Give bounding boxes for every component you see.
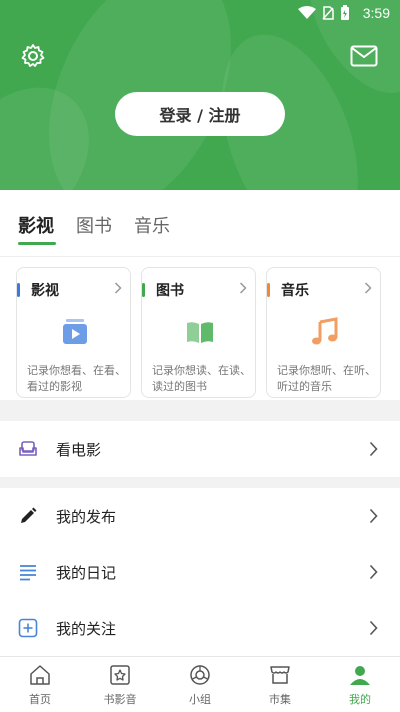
movie-section: 看电影	[0, 421, 400, 477]
tab-video[interactable]: 影视	[18, 212, 54, 238]
plus-square-icon	[18, 618, 38, 638]
mail-icon[interactable]	[350, 45, 378, 67]
home-icon	[30, 665, 50, 685]
group-circle-icon	[190, 665, 210, 685]
list-item-my-diary[interactable]: 我的日记	[0, 544, 400, 600]
nav-market[interactable]: 市集	[240, 657, 320, 712]
settings-gear-icon[interactable]	[20, 43, 46, 69]
pencil-icon	[21, 507, 37, 523]
chevron-right-icon	[369, 508, 378, 524]
user-icon	[350, 666, 370, 685]
open-book-icon	[187, 322, 213, 343]
text-lines-icon	[20, 565, 36, 581]
nav-me[interactable]: 我的	[320, 657, 400, 712]
card-description: 记录你想读、在读、读过的图书	[152, 364, 251, 393]
video-icon	[63, 319, 87, 344]
tab-music[interactable]: 音乐	[134, 212, 170, 238]
nav-home[interactable]: 首页	[0, 657, 80, 712]
list-item-my-follows[interactable]: 我的关注	[0, 600, 400, 656]
chevron-right-icon	[369, 441, 378, 457]
card-title: 音乐	[281, 283, 309, 299]
bottom-navigation: 首页 书影音 小组 市集 我的	[0, 656, 400, 712]
card-description: 记录你想看、在看、看过的影视	[27, 364, 126, 393]
chevron-right-icon	[364, 282, 372, 294]
profile-header: 3:59 登录 / 注册	[0, 0, 400, 190]
tab-books[interactable]: 图书	[76, 212, 112, 238]
card-video[interactable]: 影视 记录你想看、在看、看过的影视	[16, 267, 131, 398]
nav-groups[interactable]: 小组	[160, 657, 240, 712]
chevron-right-icon	[369, 564, 378, 580]
sofa-icon	[19, 441, 37, 456]
media-panel: 影视 图书 音乐 影视 记录你想看、在看、看过的影视 图书 记录你想读、在读、读…	[0, 190, 400, 400]
login-register-button[interactable]: 登录 / 注册	[115, 92, 285, 136]
chevron-right-icon	[114, 282, 122, 294]
status-bar: 3:59	[0, 0, 400, 28]
card-title: 影视	[31, 283, 59, 299]
active-tab-indicator	[18, 242, 56, 245]
media-star-icon	[110, 665, 130, 685]
battery-icon	[341, 5, 349, 20]
chevron-right-icon	[369, 620, 378, 636]
card-title: 图书	[156, 283, 184, 299]
status-time: 3:59	[362, 5, 390, 21]
shop-icon	[270, 666, 290, 684]
card-music[interactable]: 音乐 记录你想听、在听、听过的音乐	[266, 267, 381, 398]
chevron-right-icon	[239, 282, 247, 294]
music-note-icon	[312, 317, 338, 345]
personal-section: 我的发布 我的日记 我的关注	[0, 488, 400, 656]
list-item-my-posts[interactable]: 我的发布	[0, 488, 400, 544]
card-description: 记录你想听、在听、听过的音乐	[277, 364, 376, 393]
nav-books-movies-music[interactable]: 书影音	[80, 657, 160, 712]
no-sim-icon	[322, 6, 334, 20]
wifi-icon	[298, 6, 316, 19]
card-books[interactable]: 图书 记录你想读、在读、读过的图书	[141, 267, 256, 398]
list-item-watch-movie[interactable]: 看电影	[0, 421, 400, 477]
